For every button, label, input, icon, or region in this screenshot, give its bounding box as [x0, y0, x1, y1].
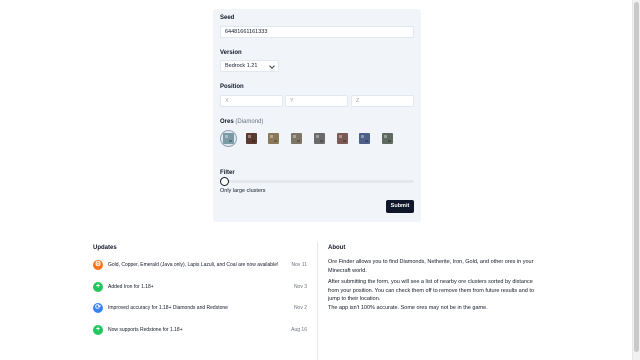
- update-text: Gold, Copper, Emerald (Java only), Lapis…: [108, 262, 279, 268]
- update-date: Nov 11: [291, 262, 307, 268]
- about-paragraph-1: Ore Finder allows you to find Diamonds, …: [328, 259, 534, 274]
- copper-ore-icon: [336, 133, 348, 144]
- page-scrollbar-track[interactable]: [632, 0, 640, 360]
- update-item: ⚙ Gold, Copper, Emerald (Java only), Lapi…: [93, 260, 307, 271]
- update-item: + Now supports Redstone for 1.18+ Aug 16: [93, 324, 307, 336]
- plus-icon: +: [93, 324, 103, 335]
- chevron-down-icon: [269, 63, 275, 69]
- ores-label: Ores (Diamond): [220, 119, 263, 125]
- ore-button-coal[interactable]: [311, 130, 328, 147]
- about-title: About: [328, 245, 346, 251]
- about-paragraph-3: The app isn't 100% accurate. Some ores m…: [328, 305, 488, 311]
- plus-icon: +: [93, 281, 103, 292]
- update-date: Nov 2: [293, 305, 307, 311]
- updates-title: Updates: [93, 245, 117, 251]
- filter-slider-thumb[interactable]: [220, 177, 229, 186]
- ore-button-copper[interactable]: [334, 130, 351, 147]
- ore-finder-form: Seed 64481661161333 Version Bedrock 1.21…: [213, 9, 421, 222]
- update-item: + Added Iron for 1.18+ Nov 3: [93, 281, 307, 293]
- section-divider: [317, 242, 318, 360]
- ore-button-netherite[interactable]: [243, 130, 260, 147]
- position-x-input[interactable]: X: [220, 95, 283, 107]
- coal-ore-icon: [313, 133, 325, 144]
- ore-button-diamond[interactable]: [220, 130, 237, 147]
- version-label: Version: [220, 50, 242, 56]
- update-item: ⟳ Improved accuracy for 1.18+ Diamonds an…: [93, 303, 307, 314]
- update-text: Now supports Redstone for 1.18+: [108, 326, 183, 333]
- update-text: Added Iron for 1.18+: [108, 283, 154, 290]
- refresh-icon: ⟳: [93, 303, 103, 313]
- ore-button-emerald[interactable]: [379, 130, 396, 147]
- gear-icon: ⚙: [93, 260, 103, 270]
- emerald-ore-icon: [381, 133, 393, 144]
- ore-button-lapis[interactable]: [356, 130, 373, 147]
- submit-button[interactable]: Submit: [386, 200, 414, 213]
- update-text: Improved accuracy for 1.18+ Diamonds and…: [108, 305, 228, 311]
- ore-button-iron[interactable]: [288, 130, 305, 147]
- netherite-ore-icon: [245, 133, 257, 144]
- seed-label: Seed: [220, 15, 235, 21]
- iron-ore-icon: [291, 133, 303, 144]
- seed-input[interactable]: 64481661161333: [220, 26, 414, 38]
- filter-label: Filter: [220, 170, 235, 176]
- position-label: Position: [220, 84, 244, 90]
- ores-label-text: Ores: [220, 119, 234, 125]
- lapis-ore-icon: [359, 133, 371, 144]
- update-date: Aug 16: [291, 326, 307, 333]
- ore-button-gold[interactable]: [265, 130, 282, 147]
- diamond-ore-icon: [223, 133, 234, 144]
- filter-value-text: Only large clusters: [220, 188, 266, 194]
- gold-ore-icon: [268, 133, 280, 144]
- filter-slider-track[interactable]: [220, 180, 414, 183]
- ores-selected-hint: (Diamond): [235, 119, 264, 125]
- position-y-input[interactable]: Y: [285, 95, 348, 107]
- update-date: Nov 3: [293, 283, 307, 290]
- about-paragraph-2: After submitting the form, you will see …: [328, 279, 534, 302]
- page-scrollbar-thumb[interactable]: [634, 2, 639, 352]
- version-select[interactable]: Bedrock 1.21: [220, 60, 279, 72]
- version-select-value: Bedrock 1.21: [225, 63, 258, 69]
- position-z-input[interactable]: Z: [351, 95, 414, 107]
